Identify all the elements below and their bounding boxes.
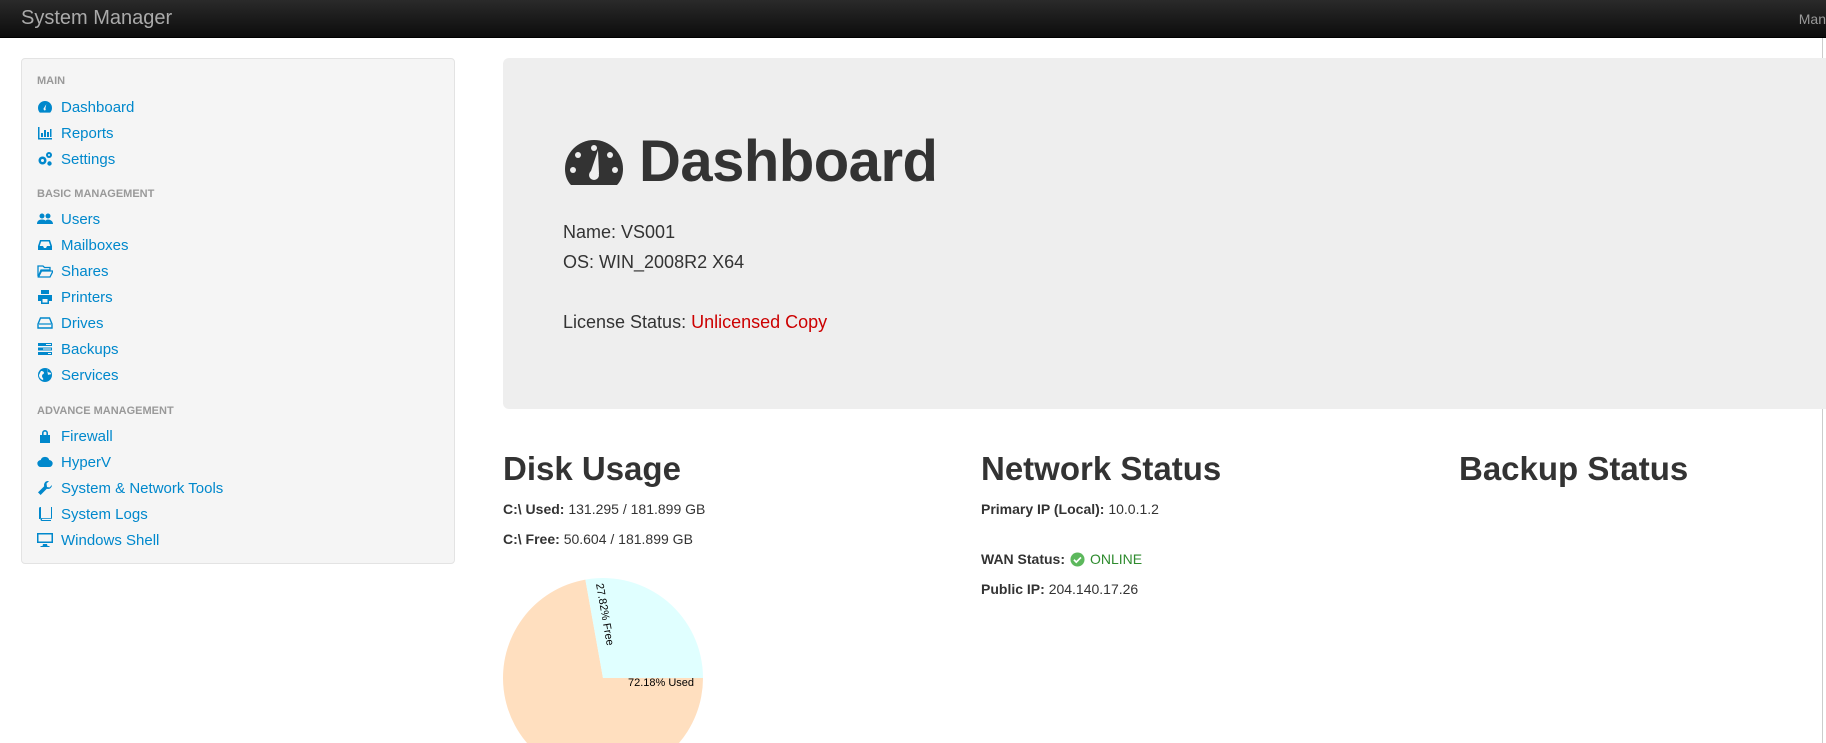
sidebar-item-label: Services — [61, 366, 119, 384]
disk-free-value: 50.604 / 181.899 GB — [563, 531, 693, 547]
sidebar-item-label: Printers — [61, 288, 113, 306]
disk-used-value: 131.295 / 181.899 GB — [568, 501, 706, 517]
primary-ip-value: 10.0.1.2 — [1108, 501, 1159, 517]
sidebar-item-label: Reports — [61, 124, 114, 142]
lock-icon — [40, 430, 50, 443]
disk-used: C:\ Used: 131.295 / 181.899 GB — [503, 501, 706, 517]
sidebar-header-basic: BASIC MANAGEMENT — [37, 188, 155, 200]
desktop-icon — [37, 533, 53, 547]
print-icon — [38, 290, 52, 304]
sidebar-item-label: System Logs — [61, 505, 148, 523]
sidebar-header-main: MAIN — [37, 75, 66, 87]
nav-right-menu[interactable]: Man — [1799, 11, 1826, 27]
server-name-value: VS001 — [621, 222, 676, 242]
backup-status-title: Backup Status — [1459, 450, 1689, 487]
check-circle-icon — [1070, 551, 1085, 567]
sidebar-item-label: Windows Shell — [61, 531, 160, 549]
hero-panel: Dashboard Name: VS001 OS: WIN_2008R2 X64… — [503, 58, 1826, 409]
server-os-value: WIN_2008R2 X64 — [599, 252, 745, 272]
license-status-value: Unlicensed Copy — [691, 312, 828, 332]
globe-icon — [38, 368, 52, 382]
server-os: OS: WIN_2008R2 X64 — [563, 252, 745, 272]
dashboard-icon — [565, 139, 623, 185]
gears-icon — [38, 152, 52, 166]
sidebar-item-firewall[interactable]: Firewall — [37, 426, 113, 446]
bar-chart-icon — [38, 127, 52, 140]
sidebar-item-label: HyperV — [61, 453, 112, 471]
sidebar-item-dashboard[interactable]: Dashboard — [37, 97, 134, 117]
disk-usage-title: Disk Usage — [503, 450, 681, 487]
sidebar-item-label: Drives — [61, 314, 104, 332]
sidebar-item-label: Shares — [61, 262, 109, 280]
top-navbar: System Manager Man — [0, 0, 1826, 38]
sidebar-item-mailboxes[interactable]: Mailboxes — [37, 235, 129, 255]
dashboard-icon — [38, 101, 52, 113]
wan-status-value: ONLINE — [1090, 551, 1143, 567]
sidebar-item-label: Users — [61, 210, 101, 228]
sidebar-item-label: Mailboxes — [61, 236, 129, 254]
inbox-icon — [38, 240, 52, 250]
wan-status: WAN Status: ONLINE — [981, 551, 1143, 567]
primary-ip: Primary IP (Local): 10.0.1.2 — [981, 501, 1159, 517]
sidebar-item-label: System & Network Tools — [61, 479, 224, 497]
sidebar-item-services[interactable]: Services — [37, 365, 119, 385]
sidebar: MAIN Dashboard Reports Settings BASIC MA… — [21, 58, 455, 564]
sidebar-item-label: Settings — [61, 150, 116, 168]
folder-open-icon — [37, 265, 53, 278]
sidebar-item-system-network-tools[interactable]: System & Network Tools — [37, 478, 223, 498]
cloud-icon — [37, 456, 53, 468]
sidebar-item-reports[interactable]: Reports — [37, 123, 114, 143]
app-title[interactable]: System Manager — [21, 7, 172, 30]
sidebar-item-users[interactable]: Users — [37, 209, 100, 229]
public-ip-value: 204.140.17.26 — [1048, 581, 1139, 597]
sidebar-item-hyperv[interactable]: HyperV — [37, 452, 111, 472]
hdd-icon — [37, 317, 53, 329]
license-status: License Status: Unlicensed Copy — [563, 312, 828, 332]
sidebar-item-label: Dashboard — [61, 98, 135, 116]
sidebar-header-advance: ADVANCE MANAGEMENT — [37, 405, 174, 417]
sidebar-item-label: Firewall — [61, 427, 113, 445]
sidebar-item-backups[interactable]: Backups — [37, 339, 119, 359]
sidebar-item-drives[interactable]: Drives — [37, 313, 104, 333]
disk-free: C:\ Free: 50.604 / 181.899 GB — [503, 531, 693, 547]
sidebar-item-printers[interactable]: Printers — [37, 287, 113, 307]
sidebar-item-windows-shell[interactable]: Windows Shell — [37, 530, 159, 550]
tasks-icon — [38, 343, 52, 355]
pie-label-used: 72.18% Used — [628, 677, 694, 689]
wrench-icon — [38, 480, 52, 495]
server-name: Name: VS001 — [563, 222, 676, 242]
book-icon — [39, 507, 52, 521]
disk-usage-pie-chart: 72.18% Used27.82% Free — [503, 578, 703, 743]
sidebar-item-settings[interactable]: Settings — [37, 149, 115, 169]
sidebar-item-shares[interactable]: Shares — [37, 261, 109, 281]
sidebar-item-label: Backups — [61, 340, 119, 358]
users-icon — [37, 213, 53, 224]
page-title: Dashboard — [563, 128, 938, 195]
network-status-title: Network Status — [981, 450, 1222, 487]
public-ip: Public IP: 204.140.17.26 — [981, 581, 1139, 597]
sidebar-item-system-logs[interactable]: System Logs — [37, 504, 148, 524]
page-title-text: Dashboard — [639, 129, 938, 194]
